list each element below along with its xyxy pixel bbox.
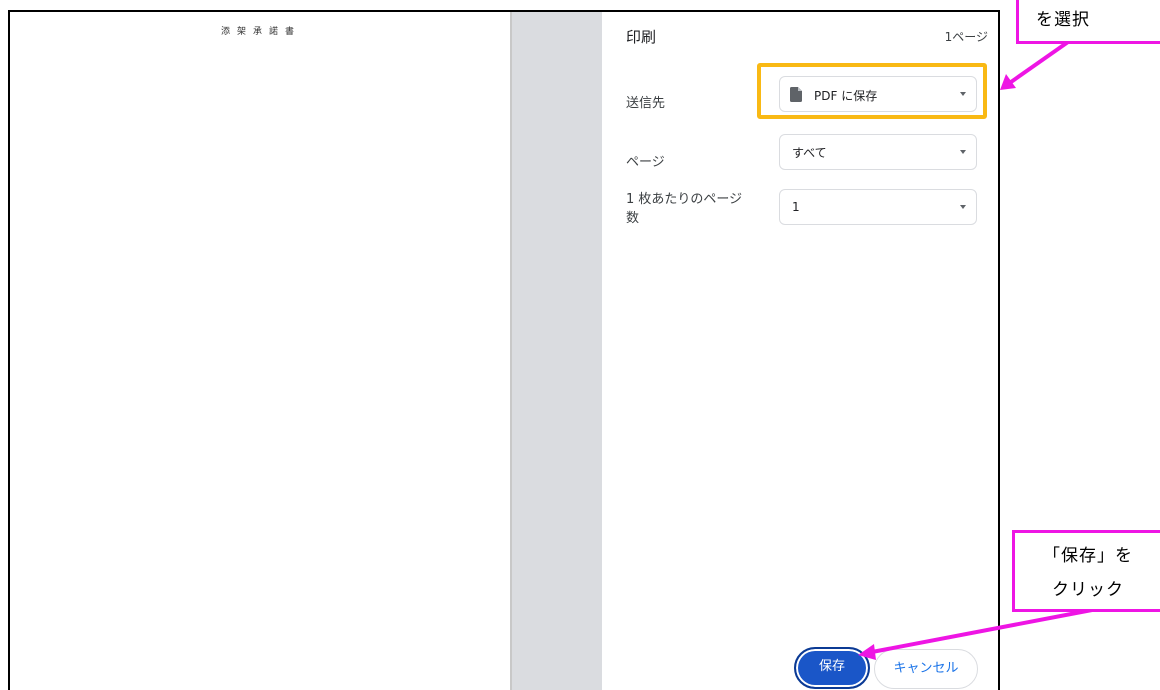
arrow-head-save — [858, 644, 876, 660]
arrow-to-destination — [1009, 40, 1070, 84]
callout-bottom-line1: 「保存」を — [1043, 546, 1133, 566]
callout-bottom-line2: クリック — [1052, 580, 1124, 600]
callout-click-save: 「保存」を クリック — [1012, 530, 1160, 612]
callout-select-destination: を選択 — [1016, 0, 1160, 44]
arrow-to-save — [871, 608, 1093, 654]
callout-top-text: を選択 — [1036, 10, 1090, 30]
annotation-arrows — [858, 40, 1093, 660]
